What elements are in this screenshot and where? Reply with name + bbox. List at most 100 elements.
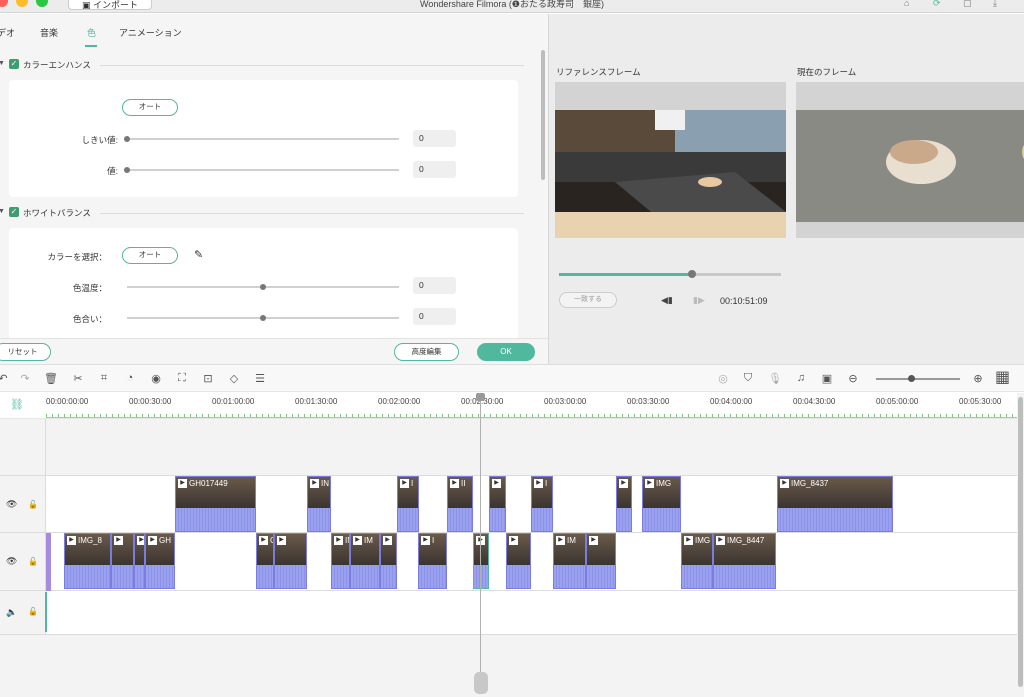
tab-animation[interactable]: アニメーション	[119, 26, 182, 39]
timeline-clip[interactable]: ▶ IN	[307, 476, 331, 532]
redo-icon[interactable]: ↷	[18, 372, 32, 385]
track-header: 🔈 🔓	[0, 591, 46, 634]
visibility-icon[interactable]: 👁	[6, 499, 17, 510]
zoom-slider-knob[interactable]	[908, 375, 915, 382]
match-button[interactable]: 一致する	[559, 292, 617, 308]
tab-audio[interactable]: 音楽	[40, 26, 58, 39]
temperature-slider-knob[interactable]	[260, 284, 266, 290]
amount-slider[interactable]	[124, 167, 399, 173]
white-balance-checkbox[interactable]: ✓	[9, 207, 19, 217]
timeline-clip[interactable]: ▶ I	[397, 476, 419, 532]
timeline-clip[interactable]: ▶ II	[447, 476, 473, 532]
timeline-clip[interactable]: ▶ I	[418, 533, 447, 589]
advanced-edit-button[interactable]: 高度編集	[394, 343, 459, 361]
eyedropper-icon[interactable]: ✎	[194, 248, 203, 261]
collapse-icon[interactable]: ▼	[0, 60, 5, 67]
tint-value[interactable]: 0	[413, 308, 456, 325]
delete-icon[interactable]: 🗑	[44, 372, 58, 385]
video-track-1[interactable]: 👁 🔓 ▶IMG_8▶▶G▶GH▶GH▶▶IM▶IM▶▶I▶▶▶IM▶▶IMG▶…	[0, 533, 1017, 591]
step-back-icon[interactable]: ◀▮	[661, 295, 673, 306]
tint-slider[interactable]	[127, 315, 399, 321]
timeline-clip[interactable]: ▶ I	[531, 476, 553, 532]
timeline-clip[interactable]: ▶	[473, 533, 489, 589]
color-enhance-header[interactable]: ▼ ✓ カラーエンハンス	[0, 58, 548, 72]
reset-button[interactable]: リセット	[0, 343, 51, 361]
tab-color[interactable]: 色	[87, 26, 96, 39]
timeline-clip[interactable]: ▶ IMG_8437	[777, 476, 893, 532]
timeline-clip[interactable]: ▶ IMG_8	[64, 533, 111, 589]
timeline-clip[interactable]: ▶	[506, 533, 531, 589]
account-icon[interactable]: ⌂	[904, 0, 909, 8]
timeline-clip[interactable]: ▶	[616, 476, 632, 532]
ok-button[interactable]: OK	[477, 343, 535, 361]
timeline-clip[interactable]: ▶ GH017449	[175, 476, 256, 532]
tab-video[interactable]: デオ	[0, 26, 15, 39]
threshold-value[interactable]: 0	[413, 130, 456, 147]
timeline-clip[interactable]: ▶GH	[256, 533, 274, 589]
color-enhance-auto-button[interactable]: オート	[122, 99, 178, 116]
zoom-in-icon[interactable]: ⊕	[971, 372, 985, 385]
audio-track-icon[interactable]: ♫	[794, 372, 808, 384]
timeline-clip[interactable]: ▶IM	[331, 533, 350, 589]
timeline-clip[interactable]: ▶	[380, 533, 397, 589]
collapse-icon[interactable]: ▼	[0, 208, 5, 215]
track-layout-icon[interactable]: ▦	[995, 367, 1010, 387]
split-screen-icon[interactable]: ▣	[820, 372, 834, 385]
panel-scrollbar[interactable]	[541, 50, 545, 180]
color-enhance-checkbox[interactable]: ✓	[9, 59, 19, 69]
speaker-icon[interactable]: 🔈	[6, 607, 17, 618]
timeline-clip[interactable]: ▶ IMG_8447	[713, 533, 776, 589]
zoom-out-icon[interactable]: ⊖	[846, 372, 860, 385]
white-balance-header[interactable]: ▼ ✓ ホワイトバランス	[0, 206, 548, 220]
timeline-clip[interactable]: ▶IM	[350, 533, 380, 589]
timeline-clip[interactable]: ▶GH	[145, 533, 175, 589]
amount-slider-knob[interactable]	[124, 167, 130, 173]
undo-icon[interactable]: ↶	[0, 372, 10, 385]
timeline-clip[interactable]: ▶	[274, 533, 307, 589]
timeline-clip[interactable]: ▶	[489, 476, 506, 532]
timeline-clip[interactable]: ▶G	[134, 533, 145, 589]
cut-icon[interactable]: ✂	[71, 372, 85, 385]
playhead-bottom-handle[interactable]	[474, 672, 488, 694]
sync-icon[interactable]: ⟳	[933, 0, 941, 9]
marker-icon[interactable]: ⛉	[741, 372, 755, 385]
link-icon[interactable]: ⛓	[10, 398, 24, 411]
timeline-clip[interactable]: ▶	[111, 533, 134, 589]
lock-icon[interactable]: 🔓	[28, 607, 38, 616]
lock-icon[interactable]: 🔓	[28, 557, 38, 566]
temperature-value[interactable]: 0	[413, 277, 456, 294]
tag-icon[interactable]: ◇	[227, 372, 241, 385]
white-balance-auto-button[interactable]: オート	[122, 247, 178, 264]
render-icon[interactable]: ◎	[716, 372, 730, 385]
color-palette-icon[interactable]: ◉	[149, 372, 163, 385]
timeline-clip[interactable]: ▶IM	[553, 533, 586, 589]
video-track-2[interactable]: 👁 🔓 ▶ GH017449 ▶ IN ▶ I ▶ II ▶ ▶ I ▶ ▶ IMG ▶ IMG_8437	[0, 476, 1017, 533]
step-forward-icon[interactable]: ▮▶	[693, 295, 705, 306]
microphone-icon[interactable]: 🎙	[768, 372, 782, 385]
timeline-scrollbar[interactable]	[1017, 393, 1024, 697]
crop-icon[interactable]: ⌗	[97, 372, 111, 385]
timeline-clip[interactable]: ▶	[586, 533, 616, 589]
green-screen-icon[interactable]: ⛶	[175, 372, 189, 385]
timeline-scrollbar-thumb[interactable]	[1018, 397, 1023, 687]
audio-track[interactable]: 🔈 🔓	[0, 591, 1017, 635]
zoom-fit-icon[interactable]: ⊡	[201, 372, 215, 385]
tint-slider-knob[interactable]	[260, 315, 266, 321]
zoom-slider[interactable]	[876, 375, 960, 382]
timeline-clip[interactable]: ▶ IMG	[681, 533, 713, 589]
timeline-clip[interactable]: ▶ IMG	[642, 476, 681, 532]
threshold-slider-knob[interactable]	[124, 136, 130, 142]
playhead-handle[interactable]	[476, 393, 485, 401]
timeline-ruler[interactable]: ⛓ 00:00:00:00 00:00:30:00 00:01:00:00 00…	[0, 393, 1017, 419]
message-icon[interactable]: ▢	[963, 0, 972, 9]
temperature-slider[interactable]	[127, 284, 399, 290]
speed-icon[interactable]: ◔	[123, 372, 137, 384]
lock-icon[interactable]: 🔓	[28, 500, 38, 509]
preview-progress-knob[interactable]	[688, 270, 697, 278]
visibility-icon[interactable]: 👁	[6, 556, 17, 567]
amount-value[interactable]: 0	[413, 161, 456, 178]
audio-mixer-icon[interactable]: ☰	[253, 372, 267, 385]
download-icon[interactable]: ⤓	[993, 0, 997, 9]
threshold-slider[interactable]	[124, 136, 399, 142]
preview-progress-bar[interactable]	[559, 270, 781, 278]
